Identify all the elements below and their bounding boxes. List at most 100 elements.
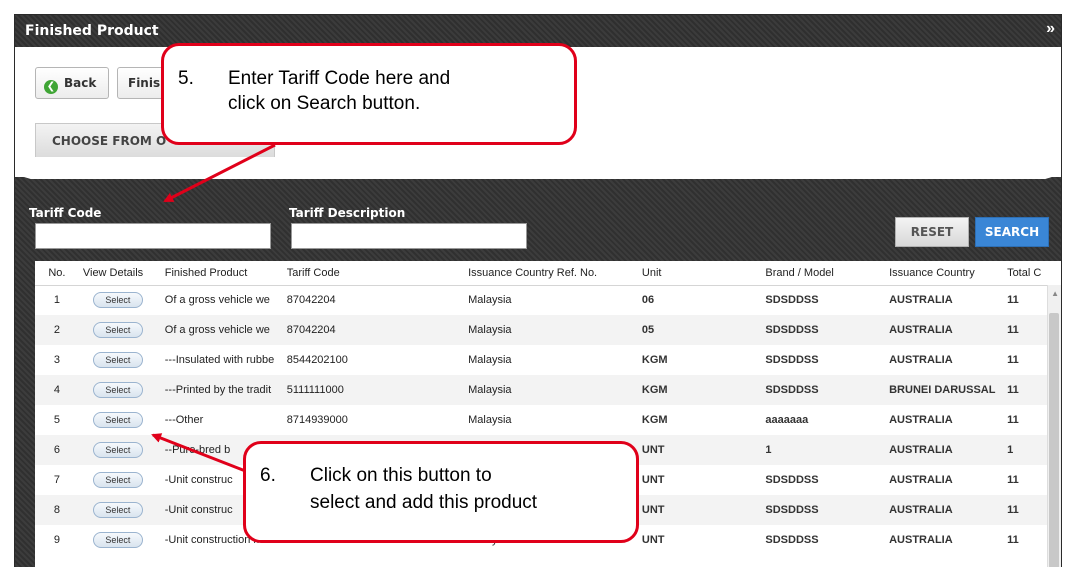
cell-no: 4 (35, 375, 79, 405)
table-row: 5 Select ---Other 8714939000 Malaysia KGM aaaa… (35, 405, 1061, 435)
cell-view-details: Select (78, 375, 161, 405)
cell-brand-model: SDSDDSS (765, 354, 819, 366)
cell-issuance-country-ref: Malaysia (464, 315, 638, 345)
cell-tariff-code: 8544202100 (286, 354, 348, 366)
select-button[interactable]: Select (92, 382, 143, 398)
cell-unit: KGM (641, 354, 668, 366)
panel-title: Finished Product (25, 23, 159, 39)
cell-issuance-country: AUSTRALIA (889, 414, 953, 426)
callout-step-6-line1: Click on this button to (310, 465, 492, 486)
select-button[interactable]: Select (92, 442, 143, 458)
cell-view-details: Select (79, 405, 161, 435)
cell-view-details: Select (79, 285, 161, 315)
callout-step-6-number: 6. (260, 465, 276, 486)
cell-finished-product: ---Other (164, 414, 204, 426)
cell-issuance-country-ref: Malaysia (468, 294, 512, 307)
cell-brand-model: aaaaaaa (765, 414, 809, 426)
cell-view-details: Select (79, 345, 161, 375)
callout-step-5: 5. Enter Tariff Code here and click on S… (161, 43, 577, 145)
callout-step-6-line2: select and add this product (310, 492, 538, 513)
arrow-left-icon: ❮ (44, 80, 58, 94)
cell-brand-model: SDSDDSS (765, 294, 819, 307)
cell-issuance-country: AUSTRALIA (885, 315, 1004, 345)
cell-unit: UNT (637, 495, 762, 525)
reset-button[interactable]: RESET (895, 217, 969, 247)
cell-issuance-country: AUSTRALIA (885, 495, 1004, 525)
cell-brand-model: SDSDDSS (761, 375, 886, 405)
cell-view-details: Select (79, 465, 161, 495)
cell-unit: UNT (641, 534, 665, 546)
tariff-code-label: Tariff Code (29, 206, 102, 220)
cell-brand-model: 1 (761, 435, 886, 465)
cell-brand-model: SDSDDSS (765, 474, 819, 486)
table-header-row: No. View Details Finished Product Tariff… (35, 261, 1061, 286)
select-button[interactable]: Select (92, 532, 143, 548)
cell-finished-product: ---Insulated with rubbe (164, 354, 275, 366)
tariff-code-input[interactable] (35, 223, 271, 249)
cell-unit: KGM (641, 414, 668, 426)
cell-issuance-country: AUSTRALIA (889, 354, 953, 366)
table-row: 1 Select Of a gross vehicle we 87042204 Mala… (35, 285, 1061, 315)
select-button[interactable]: Select (92, 502, 143, 518)
select-button[interactable]: Select (92, 412, 143, 428)
select-button[interactable]: Select (92, 292, 143, 309)
choose-tab-label: CHOOSE FROM O (52, 134, 167, 148)
col-header-total: Total C (1003, 261, 1061, 286)
cell-finished-product: Of a gross vehicle we (164, 294, 270, 307)
cell-unit: UNT (641, 474, 665, 486)
cell-tariff-code: 87042204 (282, 315, 465, 345)
cell-issuance-country: BRUNEI DARUSSAL (885, 375, 1004, 405)
select-button[interactable]: Select (92, 472, 143, 488)
scroll-up-icon[interactable]: ▲ (1051, 289, 1059, 298)
cell-unit: 06 (641, 294, 655, 307)
cell-no: 9 (53, 534, 60, 546)
cell-no: 5 (53, 414, 60, 426)
callout-step-5-line1: Enter Tariff Code here and (228, 68, 451, 89)
cell-view-details: Select (78, 435, 161, 465)
col-header-unit: Unit (637, 261, 762, 286)
cell-brand-model: SDSDDSS (765, 534, 819, 546)
back-button[interactable]: ❮ Back (35, 67, 109, 99)
cell-finished-product: ---Printed by the tradit (160, 375, 283, 405)
select-button[interactable]: Select (92, 322, 143, 338)
col-header-issuance-country: Issuance Country (885, 261, 1004, 286)
cell-tariff-code: 8714939000 (286, 414, 348, 426)
cell-issuance-country: AUSTRALIA (889, 294, 953, 307)
cell-no: 2 (35, 315, 79, 345)
cell-view-details: Select (79, 525, 161, 555)
col-header-view-details: View Details (78, 261, 161, 286)
scrollbar-thumb[interactable] (1049, 313, 1059, 567)
cell-issuance-country: AUSTRALIA (889, 474, 953, 486)
cell-issuance-country: AUSTRALIA (885, 435, 1004, 465)
table-row: 3 Select ---Insulated with rubbe 8544202100… (35, 345, 1061, 375)
cell-issuance-country-ref: Malaysia (468, 414, 512, 426)
double-chevron-down-icon[interactable]: » (1046, 20, 1055, 38)
panel-divider (15, 167, 1061, 179)
callout-step-5-number: 5. (178, 68, 194, 89)
cell-issuance-country-ref: Malaysia (464, 375, 638, 405)
cell-no: 6 (35, 435, 79, 465)
cell-unit: 05 (637, 315, 762, 345)
table-row: 4 Select ---Printed by the tradit 511111100… (35, 375, 1061, 405)
cell-brand-model: SDSDDSS (761, 495, 886, 525)
col-header-finished-product: Finished Product (160, 261, 283, 286)
col-header-no: No. (35, 261, 79, 286)
tariff-description-input[interactable] (291, 223, 527, 249)
search-button[interactable]: SEARCH (975, 217, 1049, 247)
cell-finished-product: Of a gross vehicle we (160, 315, 283, 345)
cell-unit: UNT (637, 435, 762, 465)
select-button[interactable]: Select (92, 352, 143, 368)
col-header-brand-model: Brand / Model (761, 261, 886, 286)
cell-unit: KGM (637, 375, 762, 405)
cell-no: 1 (53, 294, 60, 307)
cell-tariff-code: 5111111000 (282, 375, 465, 405)
table-row: 2 Select Of a gross vehicle we 87042204 Mala… (35, 315, 1061, 345)
cell-brand-model: SDSDDSS (761, 315, 886, 345)
cell-no: 3 (53, 354, 60, 366)
back-button-label: Back (64, 76, 97, 90)
cell-no: 7 (53, 474, 60, 486)
cell-view-details: Select (78, 495, 161, 525)
cell-no: 8 (35, 495, 79, 525)
cell-issuance-country: AUSTRALIA (889, 534, 953, 546)
callout-step-5-line2: click on Search button. (228, 93, 421, 114)
